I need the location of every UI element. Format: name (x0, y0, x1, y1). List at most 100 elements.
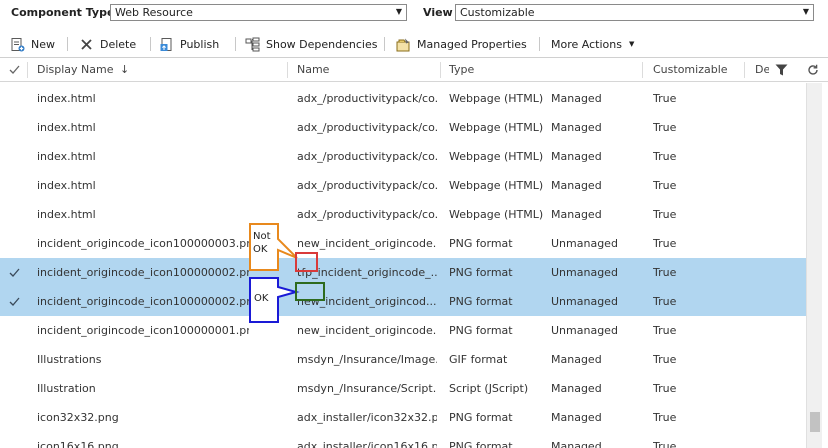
cell-type: Webpage (HTML) (449, 92, 544, 105)
new-button[interactable]: New (10, 35, 55, 53)
row-checkmark-icon[interactable] (9, 296, 20, 307)
cell-name: msdyn_/Insurance/Script... (297, 382, 437, 395)
scrollbar-thumb[interactable] (810, 412, 820, 432)
cell-managed-state: Managed (551, 121, 602, 134)
cell-display-name: incident_origincode_icon100000002.png (37, 266, 249, 279)
cell-name: adx_/productivitypack/co... (297, 121, 437, 134)
column-divider (287, 62, 288, 78)
cell-name: new_incident_origincode... (297, 324, 437, 337)
sort-down-icon: ↓ (120, 63, 130, 76)
row-checkmark-icon[interactable] (9, 267, 20, 278)
column-divider (642, 62, 643, 78)
view-label: View (423, 6, 453, 19)
cell-type: PNG format (449, 266, 513, 279)
managed-properties-label: Managed Properties (417, 37, 527, 51)
view-select[interactable]: Customizable ▼ (455, 4, 814, 21)
cell-managed-state: Managed (551, 92, 602, 105)
vertical-scrollbar[interactable] (806, 83, 822, 448)
table-row[interactable]: incident_origincode_icon100000002.png tfp… (0, 258, 806, 287)
table-row[interactable]: icon16x16.png adx_installer/icon16x16.p..… (0, 432, 806, 448)
table-row[interactable]: incident_origincode_icon100000001.png new… (0, 316, 806, 345)
table-row[interactable]: index.html adx_/productivitypack/co... Web… (0, 200, 806, 229)
prefix-highlight-green (295, 282, 325, 301)
cell-type: PNG format (449, 411, 513, 424)
cell-display-name: Illustrations (37, 353, 102, 366)
column-header-type[interactable]: Type (449, 63, 474, 76)
cell-type: PNG format (449, 440, 513, 448)
cell-name: adx_/productivitypack/co... (297, 150, 437, 163)
cell-managed-state: Managed (551, 150, 602, 163)
display-name-header-label: Display Name (37, 63, 114, 76)
cell-display-name: index.html (37, 208, 96, 221)
not-ok-callout: Not OK (253, 231, 271, 255)
cell-managed-state: Managed (551, 411, 602, 424)
prefix-highlight-red (295, 252, 318, 272)
refresh-icon[interactable] (807, 64, 819, 79)
toolbar-separator (67, 37, 68, 51)
column-header-display-name[interactable]: Display Name ↓ (37, 63, 129, 76)
delete-button[interactable]: Delete (79, 35, 136, 53)
managed-properties-icon (396, 37, 411, 52)
publish-label: Publish (180, 37, 220, 51)
cell-customizable: True (653, 179, 677, 192)
ok-callout: OK (254, 293, 269, 304)
cell-display-name: incident_origincode_icon100000001.png (37, 324, 249, 337)
delete-icon (79, 37, 94, 52)
grid-rows: index.html adx_/productivitypack/co... Web… (0, 83, 806, 448)
cell-managed-state: Managed (551, 208, 602, 221)
cell-type: Webpage (HTML) (449, 208, 544, 221)
more-actions-button[interactable]: More Actions ▼ (551, 35, 634, 53)
table-row[interactable]: index.html adx_/productivitypack/co... Web… (0, 142, 806, 171)
component-type-label: Component Type (11, 6, 115, 19)
toolbar-separator (235, 37, 236, 51)
cell-display-name: icon16x16.png (37, 440, 119, 448)
cell-managed-state: Managed (551, 440, 602, 448)
select-all-checkmark-icon[interactable] (9, 64, 20, 75)
cell-customizable: True (653, 266, 677, 279)
filter-icon[interactable] (775, 64, 788, 79)
cell-managed-state: Managed (551, 353, 602, 366)
column-header-description[interactable]: Des (755, 63, 769, 76)
component-grid: Display Name ↓ Name Type Customizable De… (0, 57, 828, 448)
table-row[interactable]: Illustration msdyn_/Insurance/Script... Sc… (0, 374, 806, 403)
cell-type: Webpage (HTML) (449, 150, 544, 163)
column-header-customizable[interactable]: Customizable (653, 63, 728, 76)
chevron-down-icon: ▼ (395, 7, 402, 16)
cell-managed-state: Managed (551, 382, 602, 395)
table-row[interactable]: incident_origincode_icon100000003.png new… (0, 229, 806, 258)
publish-button[interactable]: Publish (159, 35, 219, 53)
component-type-value: Web Resource (115, 6, 193, 19)
cell-customizable: True (653, 92, 677, 105)
show-dependencies-label: Show Dependencies (266, 37, 378, 51)
show-dependencies-icon (245, 37, 260, 52)
table-row[interactable]: index.html adx_/productivitypack/co... Web… (0, 171, 806, 200)
column-divider (27, 62, 28, 78)
chevron-down-icon: ▼ (802, 7, 809, 16)
cell-managed-state: Unmanaged (551, 295, 618, 308)
cell-type: Webpage (HTML) (449, 121, 544, 134)
table-row[interactable]: index.html adx_/productivitypack/co... Web… (0, 84, 806, 113)
filter-bar: Component Type Web Resource ▼ View Custo… (0, 0, 828, 26)
column-header-name[interactable]: Name (297, 63, 329, 76)
table-row[interactable]: incident_origincode_icon100000002.png new… (0, 287, 806, 316)
component-type-select[interactable]: Web Resource ▼ (110, 4, 407, 21)
cell-name: new_incident_origincode... (297, 237, 437, 250)
table-row[interactable]: Illustrations msdyn_/Insurance/Image... GI… (0, 345, 806, 374)
cell-customizable: True (653, 353, 677, 366)
managed-properties-button[interactable]: Managed Properties (396, 35, 527, 53)
show-dependencies-button[interactable]: Show Dependencies (245, 35, 377, 53)
cell-display-name: icon32x32.png (37, 411, 119, 424)
more-actions-label: More Actions (551, 37, 622, 51)
cell-customizable: True (653, 121, 677, 134)
cell-display-name: index.html (37, 121, 96, 134)
cell-display-name: index.html (37, 150, 96, 163)
chevron-down-icon: ▼ (628, 40, 635, 48)
delete-label: Delete (100, 37, 137, 51)
table-row[interactable]: index.html adx_/productivitypack/co... Web… (0, 113, 806, 142)
cell-customizable: True (653, 208, 677, 221)
table-row[interactable]: icon32x32.png adx_installer/icon32x32.p..… (0, 403, 806, 432)
cell-type: PNG format (449, 324, 513, 337)
cell-customizable: True (653, 382, 677, 395)
cell-managed-state: Unmanaged (551, 266, 618, 279)
cell-customizable: True (653, 295, 677, 308)
